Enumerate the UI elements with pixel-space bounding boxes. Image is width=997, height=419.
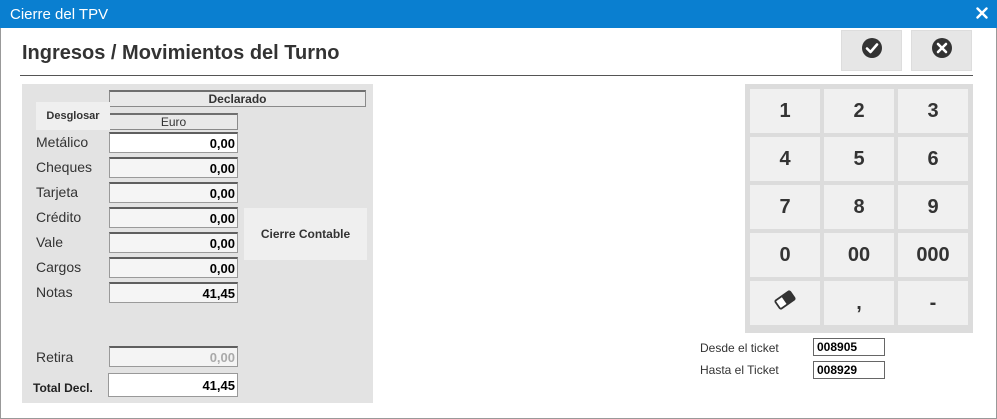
page-title: Ingresos / Movimientos del Turno (22, 42, 340, 64)
close-icon[interactable] (973, 4, 991, 22)
check-circle-icon (861, 37, 883, 64)
movements-panel: Declarado Euro Desglosar Metálico 0,00 C… (22, 84, 373, 403)
key-8[interactable]: 8 (824, 185, 894, 229)
declarado-header: Declarado (109, 90, 366, 107)
input-retira: 0,00 (109, 346, 238, 367)
key-3[interactable]: 3 (898, 89, 968, 133)
row-label-vale: Vale (36, 234, 63, 250)
row-label-credito: Crédito (36, 209, 82, 225)
input-vale[interactable]: 0,00 (109, 232, 238, 253)
numeric-keypad: 1 2 3 4 5 6 7 8 9 0 00 000 , - (745, 84, 973, 333)
x-circle-icon (931, 37, 953, 64)
row-label-metalico: Metálico (36, 134, 89, 150)
row-label-notas: Notas (36, 284, 73, 300)
currency-header: Euro (109, 113, 238, 130)
input-credito[interactable]: 0,00 (109, 207, 238, 228)
ticket-from-label: Desde el ticket (700, 341, 779, 355)
key-6[interactable]: 6 (898, 137, 968, 181)
title-bar: Cierre del TPV (0, 0, 997, 28)
ticket-to-label: Hasta el Ticket (700, 363, 779, 377)
input-cargos[interactable]: 0,00 (109, 257, 238, 278)
key-2[interactable]: 2 (824, 89, 894, 133)
input-notas[interactable]: 41,45 (109, 282, 238, 303)
total-input: 41,45 (108, 373, 238, 397)
key-7[interactable]: 7 (750, 185, 820, 229)
ticket-to-input[interactable]: 008929 (813, 361, 885, 379)
row-label-cargos: Cargos (36, 259, 82, 275)
key-1[interactable]: 1 (750, 89, 820, 133)
total-label: Total Decl. (33, 381, 93, 395)
key-0[interactable]: 0 (750, 233, 820, 277)
ticket-from-input[interactable]: 008905 (813, 338, 885, 356)
key-5[interactable]: 5 (824, 137, 894, 181)
input-cheques[interactable]: 0,00 (109, 157, 238, 178)
input-metalico[interactable]: 0,00 (109, 132, 238, 153)
key-minus[interactable]: - (898, 281, 968, 325)
row-label-retira: Retira (36, 349, 74, 365)
key-4[interactable]: 4 (750, 137, 820, 181)
key-erase[interactable] (750, 281, 820, 325)
key-000[interactable]: 000 (898, 233, 968, 277)
key-comma[interactable]: , (824, 281, 894, 325)
key-00[interactable]: 00 (824, 233, 894, 277)
eraser-icon (773, 290, 797, 316)
desglosar-button[interactable]: Desglosar (36, 102, 110, 130)
confirm-button[interactable] (841, 30, 902, 71)
row-label-tarjeta: Tarjeta (36, 184, 79, 200)
key-9[interactable]: 9 (898, 185, 968, 229)
header-divider (20, 75, 973, 76)
input-tarjeta[interactable]: 0,00 (109, 182, 238, 203)
window-title: Cierre del TPV (10, 6, 109, 23)
row-label-cheques: Cheques (36, 159, 93, 175)
cancel-button[interactable] (911, 30, 972, 71)
cierre-contable-button[interactable]: Cierre Contable (244, 208, 367, 260)
